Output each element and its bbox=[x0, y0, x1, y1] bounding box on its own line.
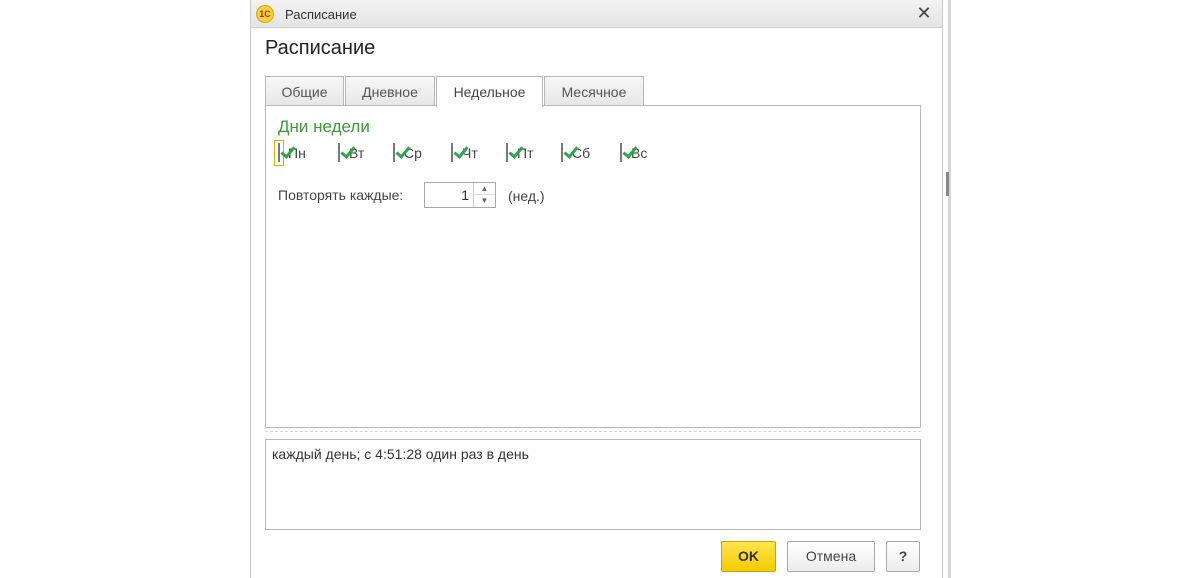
checkbox-checked-icon[interactable] bbox=[451, 143, 453, 162]
title-bar[interactable]: 1С Расписание ✕ bbox=[251, 0, 942, 28]
repeat-unit-label: (нед.) bbox=[508, 188, 545, 204]
day-checkbox-mon[interactable]: Пн bbox=[274, 140, 306, 166]
background-window-marker bbox=[946, 172, 949, 196]
tab-weekly[interactable]: Недельное bbox=[436, 76, 543, 107]
app-logo-icon: 1С bbox=[256, 5, 274, 23]
checkbox-checked-icon[interactable] bbox=[506, 143, 508, 162]
repeat-every-value[interactable]: 1 bbox=[425, 183, 473, 207]
schedule-dialog: 1С Расписание ✕ Расписание Общие Дневное… bbox=[250, 0, 943, 578]
day-checkbox-sat[interactable]: Сб bbox=[556, 140, 590, 166]
repeat-every-label: Повторять каждые: bbox=[278, 187, 404, 203]
checkbox-checked-icon[interactable] bbox=[278, 143, 280, 162]
weekdays-group-title: Дни недели bbox=[278, 117, 370, 136]
background-window-edge bbox=[948, 0, 951, 578]
weekly-panel: Дни недели Пн Вт Ср Чт Пт Сб Вс Повторят… bbox=[265, 105, 921, 428]
panel-splitter[interactable] bbox=[265, 431, 921, 432]
stepper-buttons: ▲ ▼ bbox=[473, 183, 495, 207]
checkbox-checked-icon[interactable] bbox=[393, 143, 395, 162]
window-title: Расписание bbox=[285, 7, 357, 22]
ok-button[interactable]: OK bbox=[721, 541, 776, 572]
form-title: Расписание bbox=[265, 37, 376, 59]
tab-monthly[interactable]: Месячное bbox=[544, 76, 644, 106]
help-button[interactable]: ? bbox=[886, 541, 920, 572]
tab-daily[interactable]: Дневное bbox=[345, 76, 435, 106]
schedule-description: каждый день; с 4:51:28 один раз в день bbox=[265, 439, 921, 530]
cancel-button[interactable]: Отмена bbox=[787, 541, 875, 572]
tab-general[interactable]: Общие bbox=[265, 76, 344, 106]
day-checkbox-fri[interactable]: Пт bbox=[501, 140, 533, 166]
day-checkbox-wed[interactable]: Ср bbox=[388, 140, 422, 166]
checkbox-checked-icon[interactable] bbox=[338, 143, 340, 162]
stepper-down-icon[interactable]: ▼ bbox=[474, 195, 495, 207]
checkbox-checked-icon[interactable] bbox=[561, 143, 563, 162]
checkbox-checked-icon[interactable] bbox=[620, 143, 622, 162]
day-checkbox-tue[interactable]: Вт bbox=[333, 140, 364, 166]
close-icon[interactable]: ✕ bbox=[914, 3, 934, 23]
day-checkbox-thu[interactable]: Чт bbox=[446, 140, 478, 166]
day-checkbox-sun[interactable]: Вс bbox=[615, 140, 647, 166]
stepper-up-icon[interactable]: ▲ bbox=[474, 183, 495, 195]
repeat-every-stepper[interactable]: 1 ▲ ▼ bbox=[424, 182, 496, 208]
